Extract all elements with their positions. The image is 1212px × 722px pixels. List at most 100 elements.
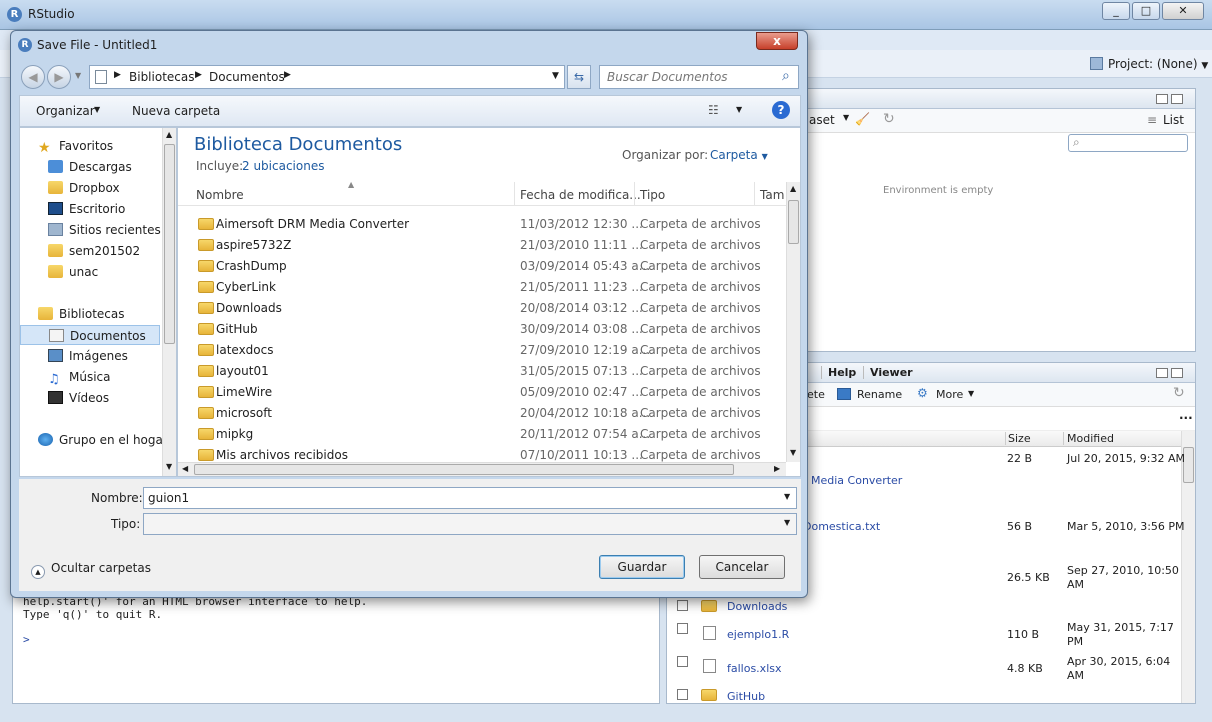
nav-item-imagenes[interactable]: Imágenes (48, 346, 128, 366)
back-button[interactable]: ◀ (21, 65, 45, 89)
file-modified: May 31, 2015, 7:17 PM (1067, 621, 1174, 648)
file-list-hscrollbar[interactable]: ◀ ▶ (178, 462, 786, 476)
chevron-down-icon[interactable]: ▼ (736, 105, 742, 114)
search-icon: ⌕ (782, 68, 790, 84)
nav-item-videos[interactable]: Vídeos (48, 388, 109, 408)
close-button[interactable]: x (756, 32, 798, 50)
help-icon[interactable]: ? (772, 101, 790, 119)
nav-item-sitios-recientes[interactable]: Sitios recientes (48, 220, 161, 240)
file-icon (703, 659, 716, 673)
file-list-vscrollbar[interactable]: ▲ ▼ (786, 182, 800, 462)
file-row[interactable]: CyberLink 21/05/2011 11:23 ... Carpeta de … (178, 277, 784, 298)
arrange-by-menu[interactable]: Carpeta ▼ (710, 148, 768, 162)
nav-item-unac[interactable]: unac (48, 262, 98, 282)
file-row[interactable]: LimeWire 05/09/2010 02:47 ... Carpeta de a… (178, 382, 784, 403)
includes-link[interactable]: 2 ubicaciones (242, 159, 324, 173)
files-scrollbar[interactable] (1181, 431, 1195, 703)
filename-input[interactable]: guion1 ▼ (143, 487, 797, 509)
nav-item-dropbox[interactable]: Dropbox (48, 178, 120, 198)
refresh-icon[interactable]: ↻ (1173, 385, 1185, 401)
close-window-button[interactable]: ✕ (1162, 2, 1204, 20)
nav-item-documentos[interactable]: Documentos (20, 325, 160, 345)
file-link[interactable]: fallos.xlsx (727, 662, 782, 675)
modified-column-header[interactable]: Modified (1063, 432, 1114, 445)
file-checkbox[interactable] (677, 689, 688, 700)
file-link[interactable]: ejemplo1.R (727, 628, 789, 641)
breadcrumb-bibliotecas[interactable]: Bibliotecas (129, 70, 194, 84)
file-checkbox[interactable] (677, 656, 688, 667)
delete-button[interactable]: ete (807, 388, 825, 401)
chevron-down-icon[interactable]: ▼ (552, 71, 559, 81)
file-link[interactable]: Domestica.txt (803, 520, 880, 533)
rename-button[interactable]: Rename (857, 388, 902, 401)
refresh-button[interactable]: ⇆ (567, 65, 591, 89)
search-input[interactable]: Buscar Documentos ⌕ (599, 65, 799, 89)
nav-bibliotecas[interactable]: Bibliotecas (38, 304, 124, 324)
file-link[interactable]: GitHub (727, 690, 765, 703)
new-folder-button[interactable]: Nueva carpeta (132, 104, 220, 118)
folder-icon (198, 281, 214, 293)
folder-icon (198, 302, 214, 314)
tab-help[interactable]: Help (821, 366, 856, 379)
cancel-button[interactable]: Cancelar (699, 555, 785, 579)
view-options-icon[interactable]: ☷ (708, 103, 719, 117)
file-row[interactable]: Aimersoft DRM Media Converter 11/03/2012 … (178, 214, 784, 235)
nav-favorites[interactable]: ★ Favoritos (38, 136, 113, 156)
console-prompt[interactable]: > (23, 633, 30, 646)
file-checkbox[interactable] (677, 623, 688, 634)
nav-item-musica[interactable]: ♫ Música (48, 367, 111, 387)
file-type-label: Tipo: (111, 517, 141, 531)
scroll-thumb[interactable] (164, 144, 175, 344)
nav-item-escritorio[interactable]: Escritorio (48, 199, 125, 219)
project-menu[interactable]: Project: (None) ▼ (1090, 57, 1208, 71)
environment-search-input[interactable]: ⌕ (1068, 134, 1188, 152)
file-checkbox[interactable] (677, 600, 688, 611)
scroll-thumb[interactable] (194, 464, 734, 475)
more-button[interactable]: More (936, 388, 963, 401)
refresh-icon[interactable]: ↻ (883, 111, 895, 127)
file-row[interactable]: Downloads 20/08/2014 03:12 ... Carpeta de … (178, 298, 784, 319)
pane-minmax[interactable] (1153, 93, 1183, 107)
file-row[interactable]: mipkg 20/11/2012 07:54 a... Carpeta de arc… (178, 424, 784, 445)
nav-scrollbar[interactable]: ▲ ▼ (162, 128, 176, 476)
pane-minmax[interactable] (1153, 367, 1183, 381)
scroll-thumb[interactable] (788, 200, 799, 244)
file-modified: Sep 27, 2010, 10:50 AM (1067, 564, 1179, 591)
file-type-select[interactable]: ▼ (143, 513, 797, 535)
broom-icon[interactable]: 🧹 (855, 112, 870, 126)
organize-button[interactable]: Organizar (36, 104, 95, 118)
nav-homegroup[interactable]: Grupo en el hogar (38, 430, 168, 450)
minimize-button[interactable]: _ (1102, 2, 1130, 20)
date-column-header[interactable]: Fecha de modifica... (520, 188, 641, 202)
file-row[interactable]: CrashDump 03/09/2014 05:43 a... Carpeta de… (178, 256, 784, 277)
chevron-down-icon[interactable]: ▼ (784, 518, 790, 527)
maximize-button[interactable]: □ (1132, 2, 1160, 20)
file-link[interactable]: Media Converter (811, 474, 902, 487)
size-column-header[interactable]: Tam (760, 188, 784, 202)
address-bar[interactable]: ▶ Bibliotecas ▶ Documentos ▶ ▼ (89, 65, 565, 89)
chevron-down-icon[interactable]: ▼ (784, 492, 790, 501)
file-row[interactable]: aspire5732Z 21/03/2010 11:11 ... Carpeta d… (178, 235, 784, 256)
forward-button[interactable]: ▶ (47, 65, 71, 89)
file-link[interactable]: Downloads (727, 600, 787, 613)
filename-value: guion1 (148, 491, 190, 505)
save-button[interactable]: Guardar (599, 555, 685, 579)
hide-folders-toggle[interactable]: ▲ Ocultar carpetas (31, 561, 151, 579)
recent-pages-icon[interactable]: ▼ (75, 71, 81, 80)
file-row[interactable]: layout01 31/05/2015 07:13 ... Carpeta de a… (178, 361, 784, 382)
file-row[interactable]: latexdocs 27/09/2010 12:19 a... Carpeta de… (178, 340, 784, 361)
view-mode-menu[interactable]: List (1163, 113, 1184, 127)
breadcrumb-documentos[interactable]: Documentos (209, 70, 285, 84)
size-column-header[interactable]: Size (1005, 432, 1031, 445)
import-dataset-button[interactable]: aset (809, 113, 835, 127)
file-row[interactable]: Mis archivos recibidos 07/10/2011 10:13 .… (178, 445, 784, 462)
file-row[interactable]: GitHub 30/09/2014 03:08 ... Carpeta de arc… (178, 319, 784, 340)
name-column-header[interactable]: Nombre (196, 188, 244, 202)
nav-item-sem201502[interactable]: sem201502 (48, 241, 140, 261)
tab-viewer[interactable]: Viewer (863, 366, 913, 379)
more-path-icon[interactable]: ··· (1179, 411, 1193, 425)
close-icon: x (773, 34, 781, 48)
nav-item-descargas[interactable]: Descargas (48, 157, 132, 177)
type-column-header[interactable]: Tipo (640, 188, 665, 202)
file-row[interactable]: microsoft 20/04/2012 10:18 a... Carpeta de… (178, 403, 784, 424)
